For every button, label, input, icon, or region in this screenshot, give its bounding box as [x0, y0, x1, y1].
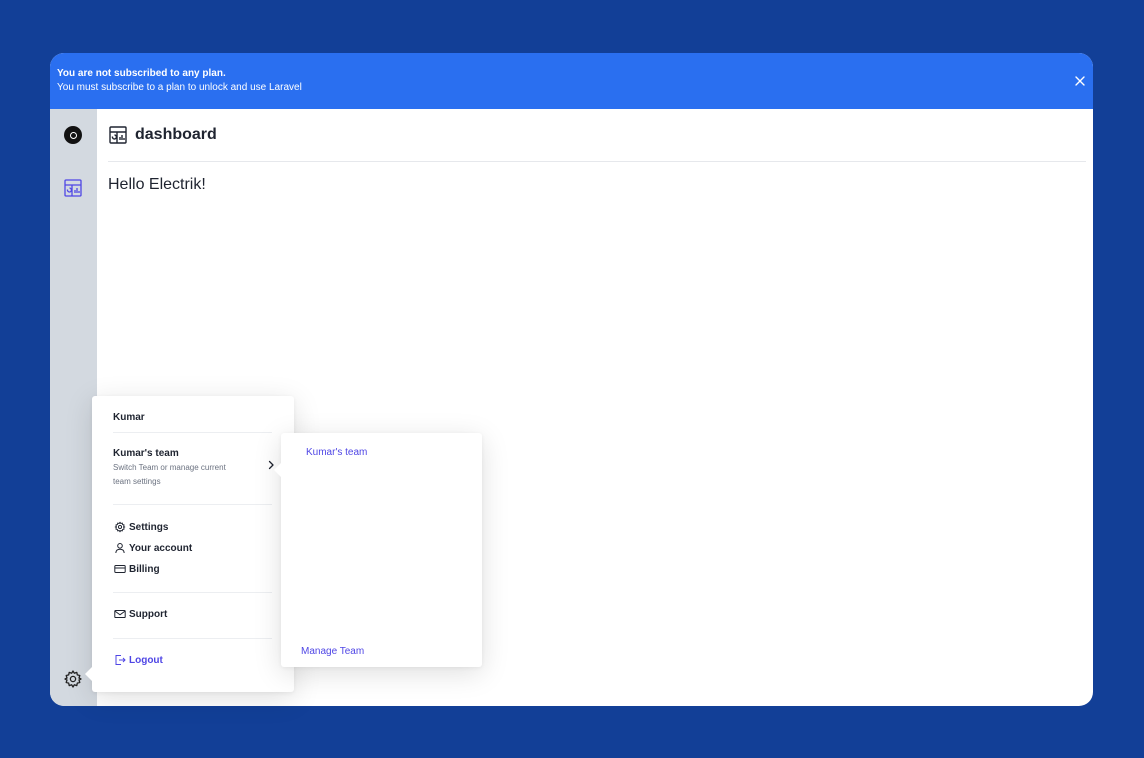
greeting: Hello Electrik! [108, 176, 206, 193]
team-submenu: Kumar's team Manage Team [274, 433, 482, 667]
logout-button[interactable]: Logout [114, 654, 163, 666]
team-description: Switch Team or manage current team setti… [113, 463, 226, 486]
divider [113, 592, 272, 593]
dashboard-icon [109, 126, 127, 144]
manage-team-link[interactable]: Manage Team [301, 646, 364, 657]
mail-icon [114, 610, 126, 618]
gear-icon [114, 521, 126, 533]
user-name: Kumar [113, 412, 145, 423]
user-menu: Kumar Kumar's team Switch Team or manage… [85, 396, 294, 692]
page-header: dashboard [108, 109, 1086, 162]
team-switcher[interactable]: Kumar's team Switch Team or manage curre… [113, 448, 274, 489]
menu-item-label: Settings [129, 521, 169, 533]
menu-item-settings[interactable]: Settings [114, 521, 168, 533]
menu-item-your-account[interactable]: Your account [114, 542, 192, 554]
logout-icon [115, 655, 126, 665]
subscription-banner: You are not subscribed to any plan. You … [50, 53, 1093, 109]
close-icon [1075, 76, 1085, 86]
menu-caret [85, 667, 92, 681]
user-icon [115, 543, 125, 554]
gear-icon [64, 670, 82, 688]
menu-item-label: Billing [129, 563, 160, 575]
banner-title: You are not subscribed to any plan. [57, 68, 226, 79]
banner-message: You must subscribe to a plan to unlock a… [57, 82, 302, 93]
menu-item-label: Support [129, 608, 168, 620]
divider [113, 432, 272, 433]
sidebar [50, 109, 97, 706]
team-option[interactable]: Kumar's team [306, 447, 367, 458]
submenu-caret [274, 463, 281, 477]
menu-item-support[interactable]: Support [114, 608, 167, 620]
credit-card-icon [114, 565, 126, 573]
banner-close-button[interactable] [1071, 72, 1089, 90]
settings-button[interactable] [63, 669, 83, 689]
menu-item-label: Logout [129, 654, 163, 666]
logo-icon[interactable] [64, 126, 82, 144]
menu-item-billing[interactable]: Billing [114, 563, 160, 575]
menu-item-label: Your account [129, 542, 193, 554]
team-name: Kumar's team [113, 448, 179, 459]
dashboard-icon [64, 179, 82, 197]
page-title: dashboard [135, 126, 217, 143]
sidebar-item-dashboard[interactable] [63, 178, 83, 198]
divider [113, 504, 272, 505]
divider [113, 638, 272, 639]
